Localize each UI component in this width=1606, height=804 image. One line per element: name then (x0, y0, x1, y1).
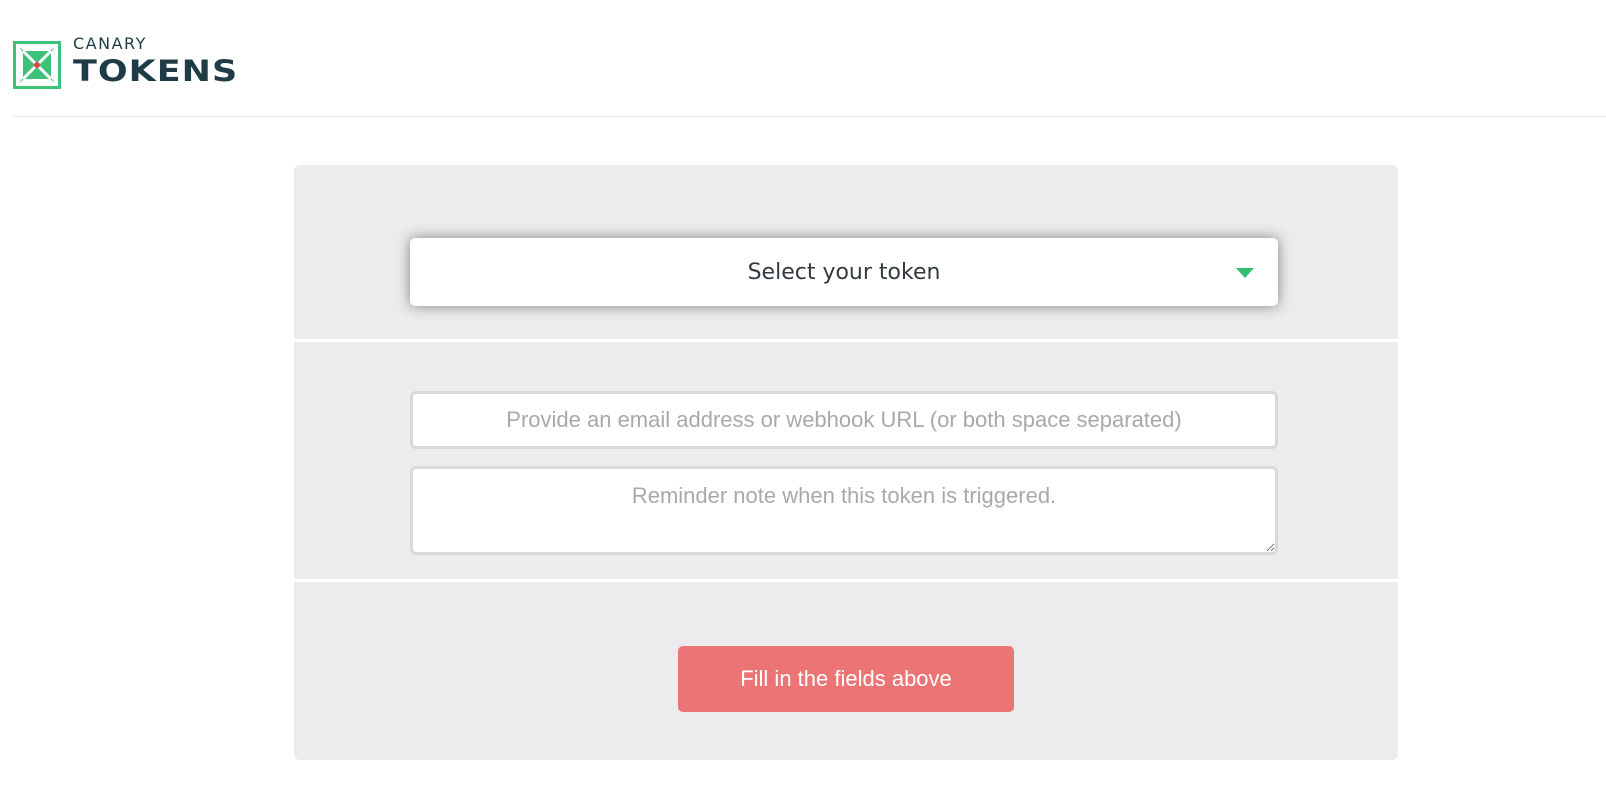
canary-logo-icon (13, 41, 61, 89)
chevron-down-icon[interactable] (1236, 268, 1254, 278)
email-webhook-input[interactable] (410, 391, 1278, 449)
logo-wordmark: CANARY TOKENS (73, 36, 238, 87)
reminder-note-input[interactable] (410, 466, 1278, 555)
token-form-card: Select your token Fill in the fields abo… (294, 165, 1398, 760)
site-header: CANARY TOKENS (13, 0, 1606, 117)
logo-small-text: CANARY (73, 34, 147, 53)
logo-big-text: TOKENS (73, 54, 239, 89)
create-token-button[interactable]: Fill in the fields above (678, 646, 1014, 712)
section-divider (294, 339, 1398, 342)
section-divider (294, 579, 1398, 582)
token-type-select[interactable]: Select your token (410, 238, 1278, 306)
canary-tokens-logo[interactable]: CANARY TOKENS (13, 36, 238, 89)
token-select-label: Select your token (747, 259, 941, 285)
